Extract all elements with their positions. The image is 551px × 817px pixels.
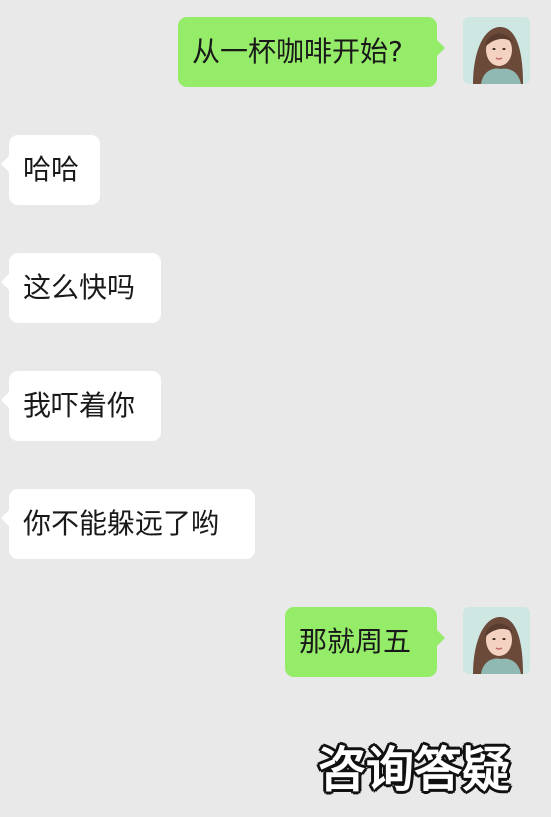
message-bubble-incoming[interactable]: 我吓着你 (1, 371, 161, 441)
message-bubble-outgoing[interactable]: 从一杯咖啡开始? (178, 17, 445, 87)
woman-portrait-icon (463, 607, 530, 674)
message-row-incoming: 你不能躲远了哟 (0, 489, 551, 559)
message-row-incoming: 这么快吗 (0, 253, 551, 323)
watermark-text: 咨询答疑 (318, 742, 511, 798)
woman-portrait-icon (463, 17, 530, 84)
message-bubble-incoming[interactable]: 你不能躲远了哟 (1, 489, 255, 559)
message-row-incoming: 我吓着你 (0, 371, 551, 441)
message-row-outgoing: 从一杯咖啡开始? (0, 17, 551, 87)
message-row-outgoing: 那就周五 (0, 607, 551, 677)
message-row-incoming: 哈哈 (0, 135, 551, 205)
message-bubble-outgoing[interactable]: 那就周五 (285, 607, 445, 677)
avatar[interactable] (463, 17, 530, 84)
avatar[interactable] (463, 607, 530, 674)
message-bubble-incoming[interactable]: 这么快吗 (1, 253, 161, 323)
message-bubble-incoming[interactable]: 哈哈 (1, 135, 100, 205)
